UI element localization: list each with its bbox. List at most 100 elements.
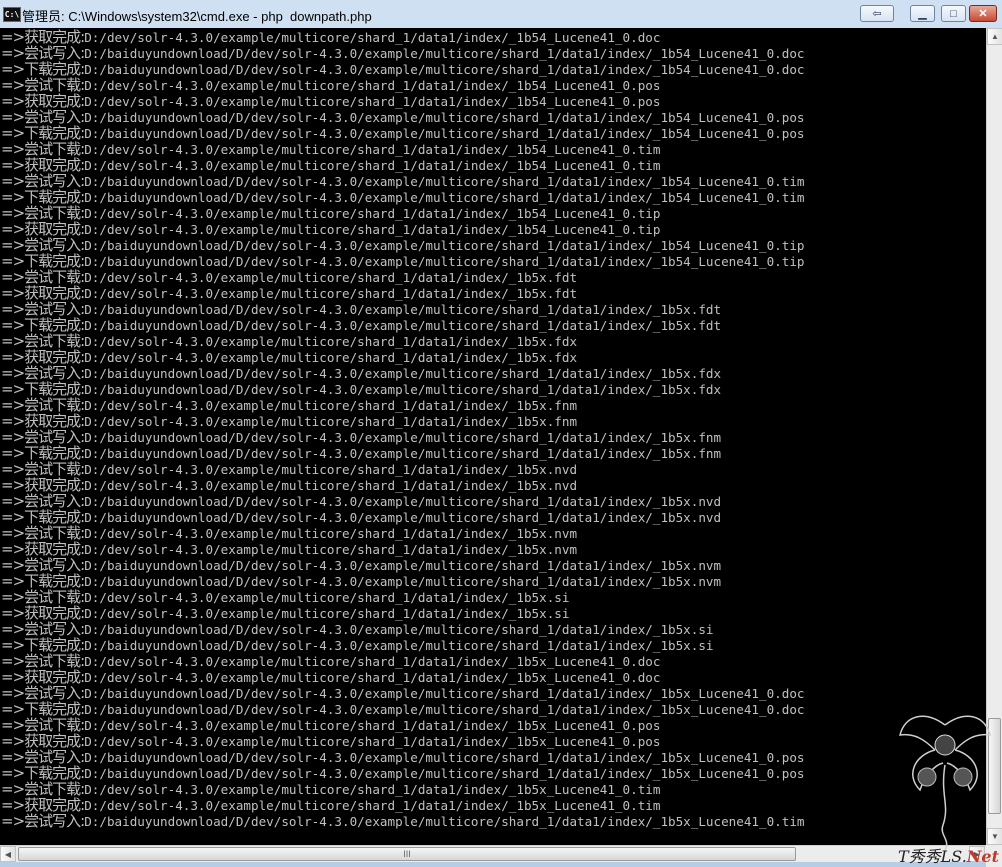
console-line: =>下载完成:D:/baiduyundownload/D/dev/solr-4.…: [1, 125, 805, 141]
console-line: =>获取完成:D:/dev/solr-4.3.0/example/multico…: [1, 477, 805, 493]
cmd-window: C:\ 管理员: C:\Windows\system32\cmd.exe - p…: [0, 0, 1002, 867]
console-line: =>尝试下载:D:/dev/solr-4.3.0/example/multico…: [1, 461, 805, 477]
console-line: =>获取完成:D:/dev/solr-4.3.0/example/multico…: [1, 413, 805, 429]
line-file-path: D:/dev/solr-4.3.0/example/multicore/shar…: [84, 734, 661, 749]
line-file-path: D:/dev/solr-4.3.0/example/multicore/shar…: [84, 590, 570, 605]
console-line: =>获取完成:D:/dev/solr-4.3.0/example/multico…: [1, 157, 805, 173]
title-bar[interactable]: C:\ 管理员: C:\Windows\system32\cmd.exe - p…: [0, 0, 1002, 28]
line-file-path: D:/baiduyundownload/D/dev/solr-4.3.0/exa…: [84, 110, 805, 125]
line-file-path: D:/dev/solr-4.3.0/example/multicore/shar…: [84, 414, 578, 429]
watermark-text: T秀秀LS.Net: [898, 847, 999, 866]
console-line: =>尝试写入:D:/baiduyundownload/D/dev/solr-4.…: [1, 429, 805, 445]
console-line: =>下载完成:D:/baiduyundownload/D/dev/solr-4.…: [1, 701, 805, 717]
line-file-path: D:/baiduyundownload/D/dev/solr-4.3.0/exa…: [84, 766, 805, 781]
maximize-button[interactable]: □: [941, 5, 966, 22]
scroll-left-arrow-icon[interactable]: ◀: [0, 846, 16, 862]
console-line: =>尝试写入:D:/baiduyundownload/D/dev/solr-4.…: [1, 109, 805, 125]
console-line: =>尝试下载:D:/dev/solr-4.3.0/example/multico…: [1, 589, 805, 605]
console-line: =>尝试下载:D:/dev/solr-4.3.0/example/multico…: [1, 205, 805, 221]
close-button[interactable]: ✕: [969, 5, 997, 22]
console-line: =>获取完成:D:/dev/solr-4.3.0/example/multico…: [1, 669, 805, 685]
console-line: =>尝试写入:D:/baiduyundownload/D/dev/solr-4.…: [1, 621, 805, 637]
window-title: 管理员: C:\Windows\system32\cmd.exe - php d…: [22, 9, 372, 24]
line-file-path: D:/dev/solr-4.3.0/example/multicore/shar…: [84, 142, 661, 157]
line-file-path: D:/dev/solr-4.3.0/example/multicore/shar…: [84, 670, 661, 685]
minimize-button[interactable]: ▁: [910, 5, 935, 22]
line-file-path: D:/baiduyundownload/D/dev/solr-4.3.0/exa…: [84, 302, 722, 317]
line-file-path: D:/baiduyundownload/D/dev/solr-4.3.0/exa…: [84, 510, 722, 525]
console-line: =>下载完成:D:/baiduyundownload/D/dev/solr-4.…: [1, 637, 805, 653]
line-file-path: D:/baiduyundownload/D/dev/solr-4.3.0/exa…: [84, 494, 722, 509]
console-line: =>获取完成:D:/dev/solr-4.3.0/example/multico…: [1, 349, 805, 365]
line-file-path: D:/baiduyundownload/D/dev/solr-4.3.0/exa…: [84, 686, 805, 701]
console-line: =>尝试写入:D:/baiduyundownload/D/dev/solr-4.…: [1, 301, 805, 317]
line-file-path: D:/baiduyundownload/D/dev/solr-4.3.0/exa…: [84, 750, 805, 765]
console-output[interactable]: =>获取完成:D:/dev/solr-4.3.0/example/multico…: [0, 28, 986, 845]
line-file-path: D:/dev/solr-4.3.0/example/multicore/shar…: [84, 206, 661, 221]
line-file-path: D:/dev/solr-4.3.0/example/multicore/shar…: [84, 478, 578, 493]
line-file-path: D:/dev/solr-4.3.0/example/multicore/shar…: [84, 94, 661, 109]
line-file-path: D:/dev/solr-4.3.0/example/multicore/shar…: [84, 30, 661, 45]
console-line: =>尝试写入:D:/baiduyundownload/D/dev/solr-4.…: [1, 557, 805, 573]
line-status-prefix: =>尝试写入: [1, 812, 81, 830]
line-file-path: D:/baiduyundownload/D/dev/solr-4.3.0/exa…: [84, 622, 714, 637]
console-line: =>下载完成:D:/baiduyundownload/D/dev/solr-4.…: [1, 189, 805, 205]
line-file-path: D:/baiduyundownload/D/dev/solr-4.3.0/exa…: [84, 318, 722, 333]
console-line: =>获取完成:D:/dev/solr-4.3.0/example/multico…: [1, 797, 805, 813]
console-line: =>下载完成:D:/baiduyundownload/D/dev/solr-4.…: [1, 445, 805, 461]
console-line: =>下载完成:D:/baiduyundownload/D/dev/solr-4.…: [1, 253, 805, 269]
cmd-app-icon[interactable]: C:\: [3, 7, 21, 22]
line-file-path: D:/baiduyundownload/D/dev/solr-4.3.0/exa…: [84, 702, 805, 717]
line-file-path: D:/dev/solr-4.3.0/example/multicore/shar…: [84, 222, 661, 237]
line-file-path: D:/baiduyundownload/D/dev/solr-4.3.0/exa…: [84, 126, 805, 141]
line-file-path: D:/baiduyundownload/D/dev/solr-4.3.0/exa…: [84, 574, 722, 589]
line-file-path: D:/baiduyundownload/D/dev/solr-4.3.0/exa…: [84, 446, 722, 461]
console-line: =>尝试写入:D:/baiduyundownload/D/dev/solr-4.…: [1, 493, 805, 509]
line-file-path: D:/baiduyundownload/D/dev/solr-4.3.0/exa…: [84, 382, 722, 397]
console-line: =>尝试写入:D:/baiduyundownload/D/dev/solr-4.…: [1, 173, 805, 189]
console-line: =>下载完成:D:/baiduyundownload/D/dev/solr-4.…: [1, 61, 805, 77]
console-line: =>尝试写入:D:/baiduyundownload/D/dev/solr-4.…: [1, 813, 805, 829]
console-line: =>下载完成:D:/baiduyundownload/D/dev/solr-4.…: [1, 573, 805, 589]
line-file-path: D:/dev/solr-4.3.0/example/multicore/shar…: [84, 606, 570, 621]
console-line: =>尝试下载:D:/dev/solr-4.3.0/example/multico…: [1, 653, 805, 669]
console-line: =>尝试写入:D:/baiduyundownload/D/dev/solr-4.…: [1, 749, 805, 765]
console-line: =>下载完成:D:/baiduyundownload/D/dev/solr-4.…: [1, 509, 805, 525]
line-file-path: D:/dev/solr-4.3.0/example/multicore/shar…: [84, 462, 578, 477]
line-file-path: D:/baiduyundownload/D/dev/solr-4.3.0/exa…: [84, 814, 805, 829]
console-line: =>获取完成:D:/dev/solr-4.3.0/example/multico…: [1, 605, 805, 621]
line-file-path: D:/baiduyundownload/D/dev/solr-4.3.0/exa…: [84, 638, 714, 653]
console-line: =>尝试写入:D:/baiduyundownload/D/dev/solr-4.…: [1, 365, 805, 381]
watermark-emblem: [899, 715, 991, 851]
console-line: =>尝试下载:D:/dev/solr-4.3.0/example/multico…: [1, 781, 805, 797]
line-file-path: D:/dev/solr-4.3.0/example/multicore/shar…: [84, 350, 578, 365]
line-file-path: D:/baiduyundownload/D/dev/solr-4.3.0/exa…: [84, 174, 805, 189]
scroll-up-arrow-icon[interactable]: ▲: [987, 28, 1002, 45]
line-file-path: D:/dev/solr-4.3.0/example/multicore/shar…: [84, 286, 578, 301]
console-lines: =>获取完成:D:/dev/solr-4.3.0/example/multico…: [1, 29, 805, 829]
line-file-path: D:/dev/solr-4.3.0/example/multicore/shar…: [84, 270, 578, 285]
line-file-path: D:/dev/solr-4.3.0/example/multicore/shar…: [84, 526, 578, 541]
console-line: =>尝试下载:D:/dev/solr-4.3.0/example/multico…: [1, 525, 805, 541]
line-file-path: D:/dev/solr-4.3.0/example/multicore/shar…: [84, 158, 661, 173]
back-button[interactable]: ⇦: [860, 5, 894, 22]
line-file-path: D:/dev/solr-4.3.0/example/multicore/shar…: [84, 718, 661, 733]
line-file-path: D:/dev/solr-4.3.0/example/multicore/shar…: [84, 782, 661, 797]
line-file-path: D:/baiduyundownload/D/dev/solr-4.3.0/exa…: [84, 190, 805, 205]
console-line: =>下载完成:D:/baiduyundownload/D/dev/solr-4.…: [1, 317, 805, 333]
console-line: =>尝试下载:D:/dev/solr-4.3.0/example/multico…: [1, 333, 805, 349]
line-file-path: D:/baiduyundownload/D/dev/solr-4.3.0/exa…: [84, 366, 722, 381]
line-file-path: D:/baiduyundownload/D/dev/solr-4.3.0/exa…: [84, 558, 722, 573]
horizontal-scrollbar[interactable]: ◀ III ▶: [0, 845, 986, 862]
line-file-path: D:/baiduyundownload/D/dev/solr-4.3.0/exa…: [84, 254, 805, 269]
line-file-path: D:/dev/solr-4.3.0/example/multicore/shar…: [84, 542, 578, 557]
line-file-path: D:/baiduyundownload/D/dev/solr-4.3.0/exa…: [84, 62, 805, 77]
console-line: =>尝试下载:D:/dev/solr-4.3.0/example/multico…: [1, 77, 805, 93]
console-line: =>获取完成:D:/dev/solr-4.3.0/example/multico…: [1, 733, 805, 749]
line-file-path: D:/dev/solr-4.3.0/example/multicore/shar…: [84, 78, 661, 93]
line-file-path: D:/dev/solr-4.3.0/example/multicore/shar…: [84, 654, 661, 669]
console-line: =>获取完成:D:/dev/solr-4.3.0/example/multico…: [1, 285, 805, 301]
horizontal-scroll-thumb[interactable]: III: [18, 847, 796, 861]
line-file-path: D:/baiduyundownload/D/dev/solr-4.3.0/exa…: [84, 430, 722, 445]
console-line: =>尝试写入:D:/baiduyundownload/D/dev/solr-4.…: [1, 685, 805, 701]
